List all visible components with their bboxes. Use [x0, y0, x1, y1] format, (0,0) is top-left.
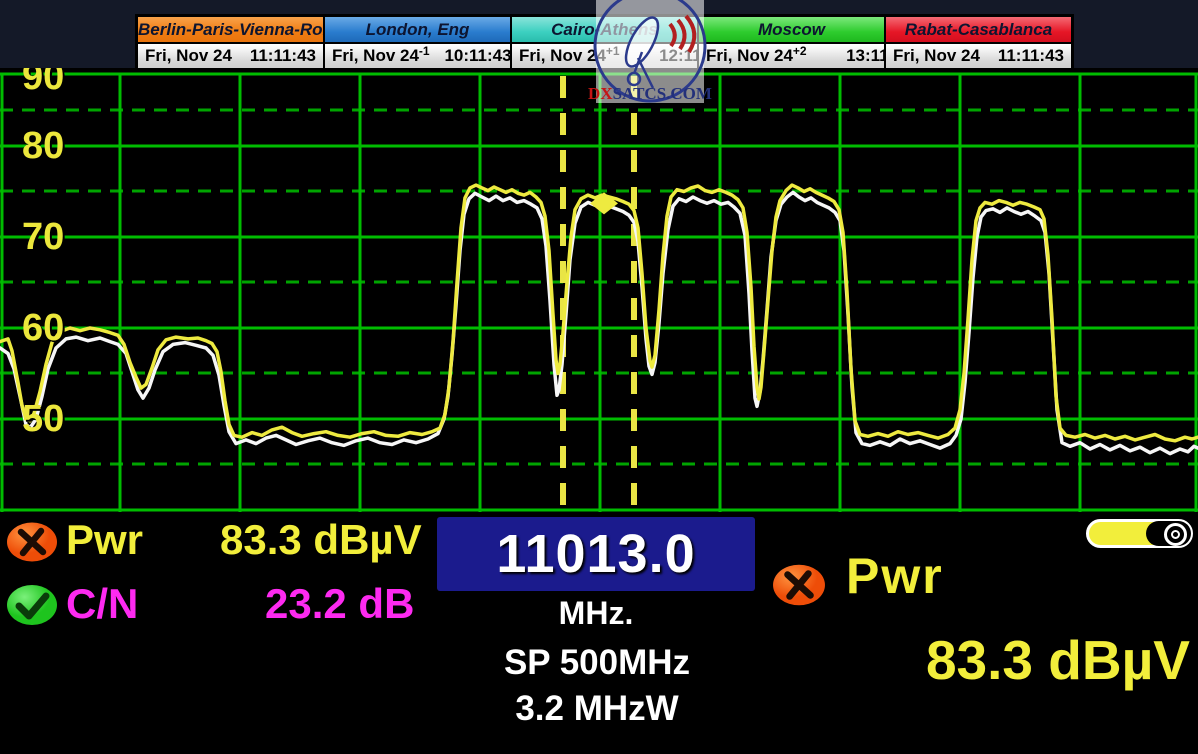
clock-time-row: Fri, Nov 24 +2 13:11	[699, 44, 884, 68]
clock-city-label: Moscow	[699, 17, 884, 44]
y-axis-label-70: 70	[22, 218, 64, 256]
clock-time-row: Fri, Nov 24 -1 10:11:43	[325, 44, 510, 68]
clock-utc-offset: +2	[793, 44, 807, 58]
clock-moscow: Moscow Fri, Nov 24 +2 13:11	[697, 17, 884, 68]
clock-time: 11:11:43	[992, 46, 1064, 66]
readout-panel: Pwr 83.3 dBµV 11013.0 MHz. C/N 23.2 dB S…	[0, 515, 1198, 754]
knob-inner-ring	[1171, 530, 1180, 539]
toggle-knob	[1146, 521, 1191, 546]
clock-berlin: Berlin-Paris-Vienna-Roma Fri, Nov 24 11:…	[138, 17, 323, 68]
bandwidth-readout: 3.2 MHzW	[407, 689, 787, 729]
frequency-value: 11013.0	[496, 523, 695, 585]
knob-outer-ring	[1164, 523, 1187, 546]
y-axis-label-80: 80	[22, 127, 64, 165]
clock-city-label: Rabat-Casablanca	[886, 17, 1071, 44]
spectrum-canvas	[0, 68, 1198, 515]
cn-label[interactable]: C/N	[66, 583, 138, 625]
spectrum-plot: 90 80 70 60 50	[0, 68, 1198, 515]
logo-text-rest: SATCS.COM	[613, 84, 712, 103]
clock-city-label: Berlin-Paris-Vienna-Roma	[138, 17, 323, 44]
clock-time-row: Fri, Nov 24 11:11:43	[138, 44, 323, 68]
clock-time: 13:11	[817, 46, 889, 66]
pwr-label[interactable]: Pwr	[66, 519, 143, 561]
y-axis-label-60: 60	[22, 309, 64, 347]
frequency-display[interactable]: 11013.0	[437, 517, 755, 591]
check-icon	[6, 584, 58, 626]
clock-time: 10:11:43	[440, 46, 512, 66]
clock-time: 11:11:43	[244, 46, 316, 66]
dxsatcs-logo-graphic: DXSATCS.COM	[578, 0, 722, 107]
x-icon	[6, 522, 58, 562]
spectrum-analyzer-screen: Berlin-Paris-Vienna-Roma Fri, Nov 24 11:…	[0, 0, 1198, 754]
clock-date: Fri, Nov 24	[332, 46, 419, 66]
marker-toggle-switch[interactable]	[1086, 519, 1193, 548]
clock-city-label: London, Eng	[325, 17, 510, 44]
y-axis-label-90: 90	[22, 68, 64, 96]
cn-status-icon[interactable]	[6, 584, 58, 631]
x-icon	[772, 563, 826, 607]
right-pwr-label: Pwr	[846, 551, 944, 601]
y-axis-label-50: 50	[22, 400, 64, 438]
clock-utc-offset: -1	[419, 44, 430, 58]
right-pwr-status-icon	[772, 563, 826, 612]
clock-time-row: Fri, Nov 24 11:11:43	[886, 44, 1071, 68]
dxsatcs-watermark-logo: DXSATCS.COM	[578, 0, 722, 107]
pwr-value: 83.3 dBµV	[220, 519, 422, 561]
cn-value: 23.2 dB	[265, 583, 414, 625]
clock-date: Fri, Nov 24	[145, 46, 234, 66]
clock-rabat: Rabat-Casablanca Fri, Nov 24 11:11:43	[884, 17, 1071, 68]
pwr-status-icon[interactable]	[6, 522, 58, 567]
svg-text:DXSATCS.COM: DXSATCS.COM	[588, 84, 712, 103]
clock-date: Fri, Nov 24	[893, 46, 982, 66]
clock-london: London, Eng Fri, Nov 24 -1 10:11:43	[323, 17, 510, 68]
frequency-unit: MHz.	[437, 595, 755, 632]
span-readout: SP 500MHz	[407, 643, 787, 683]
logo-text-dx: DX	[588, 84, 613, 103]
right-pwr-value: 83.3 dBµV	[800, 633, 1190, 688]
